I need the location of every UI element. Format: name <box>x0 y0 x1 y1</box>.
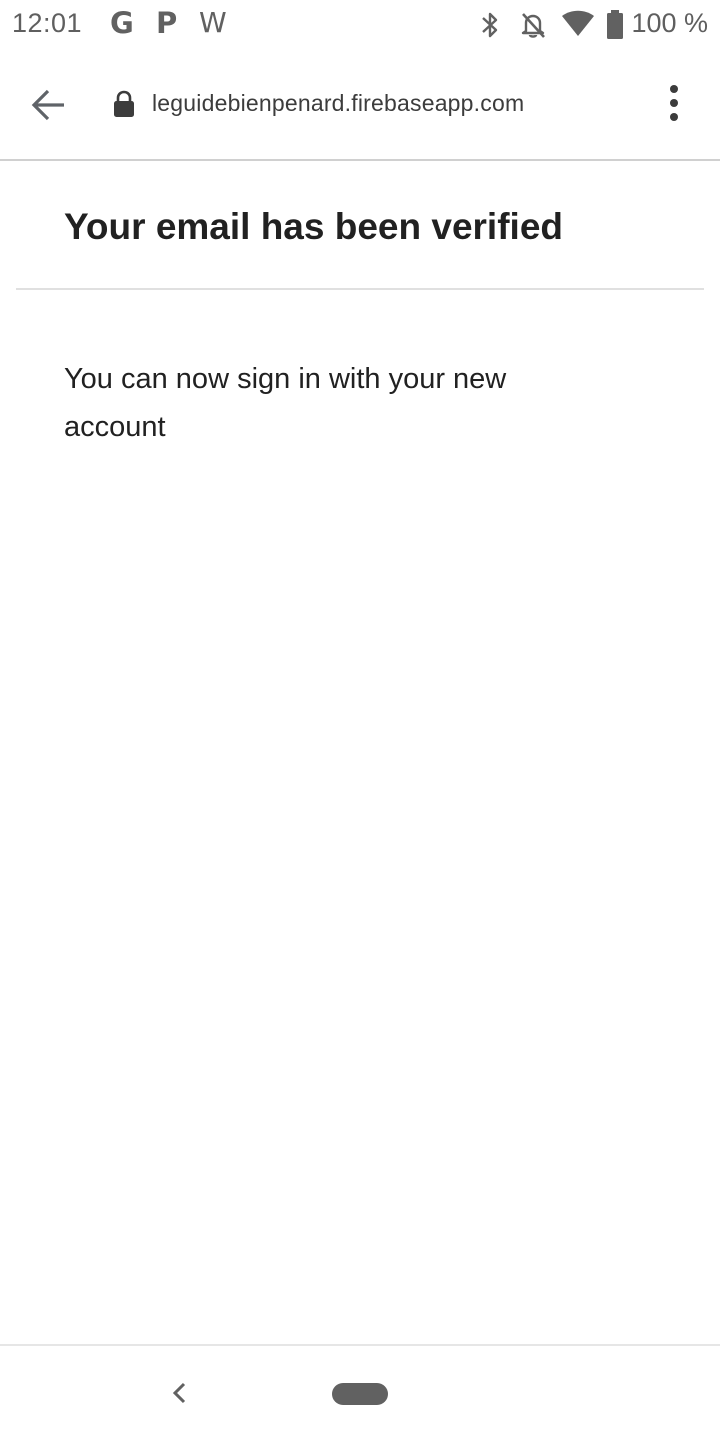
w-notification-icon: W <box>199 6 227 39</box>
verification-message: You can now sign in with your new accoun… <box>64 363 507 443</box>
status-bar: 12:01 G P W 100 % <box>0 0 720 50</box>
notifications-off-icon <box>521 13 545 38</box>
browser-toolbar: leguidebienpenard.firebaseapp.com <box>0 50 720 161</box>
more-vert-icon[interactable] <box>660 84 688 124</box>
status-time: 12:01 <box>12 8 83 38</box>
wifi-icon <box>562 10 594 36</box>
battery-icon <box>607 10 623 39</box>
nav-back-icon[interactable] <box>168 1378 192 1408</box>
google-notification-icon: G <box>110 6 134 40</box>
url-bar[interactable]: leguidebienpenard.firebaseapp.com <box>152 90 524 117</box>
p-notification-icon: P <box>156 6 178 40</box>
system-nav-bar <box>0 1344 720 1440</box>
page-title: Your email has been verified <box>64 206 563 247</box>
nav-home-pill[interactable] <box>332 1383 388 1405</box>
divider <box>16 288 704 290</box>
lock-icon <box>114 90 134 117</box>
back-arrow-icon[interactable] <box>28 85 68 125</box>
battery-percent: 100 % <box>631 8 708 38</box>
bluetooth-icon <box>482 12 498 38</box>
